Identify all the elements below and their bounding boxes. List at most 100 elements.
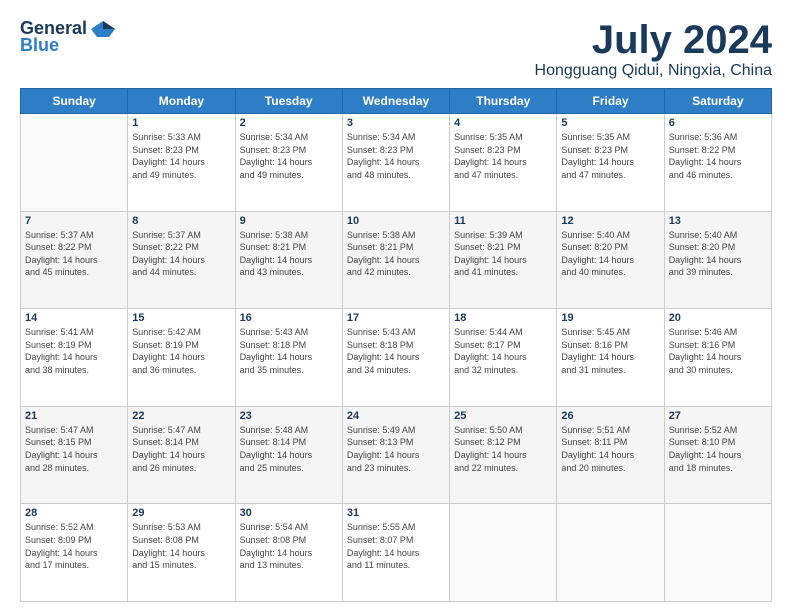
table-row: 2Sunrise: 5:34 AMSunset: 8:23 PMDaylight… — [235, 114, 342, 212]
day-info: Sunrise: 5:34 AMSunset: 8:23 PMDaylight:… — [240, 131, 338, 181]
day-number: 25 — [454, 410, 552, 422]
day-number: 7 — [25, 215, 123, 227]
main-title: July 2024 — [535, 18, 772, 62]
day-number: 29 — [132, 507, 230, 519]
day-number: 3 — [347, 117, 445, 129]
day-info: Sunrise: 5:34 AMSunset: 8:23 PMDaylight:… — [347, 131, 445, 181]
page: General Blue July 2024 Hongguang Qidui, … — [0, 0, 792, 612]
day-info: Sunrise: 5:55 AMSunset: 8:07 PMDaylight:… — [347, 521, 445, 571]
table-row: 8 Sunrise: 5:37 AMSunset: 8:22 PMDaylight… — [128, 211, 235, 309]
subtitle: Hongguang Qidui, Ningxia, China — [535, 62, 772, 80]
day-number: 4 — [454, 117, 552, 129]
calendar: Sunday Monday Tuesday Wednesday Thursday… — [20, 88, 772, 602]
table-row: 11Sunrise: 5:39 AMSunset: 8:21 PMDayligh… — [450, 211, 557, 309]
col-monday: Monday — [128, 89, 235, 114]
day-number: 18 — [454, 312, 552, 324]
day-number: 8 — [132, 215, 230, 227]
table-row: 12 Sunrise: 5:40 AMSunset: 8:20 PMDayligh… — [557, 211, 664, 309]
day-number: 11 — [454, 215, 552, 227]
day-number: 28 — [25, 507, 123, 519]
table-row: 14 Sunrise: 5:41 AMSunset: 8:19 PMDayligh… — [21, 309, 128, 407]
day-info: Sunrise: 5:52 AMSunset: 8:09 PMDaylight:… — [25, 521, 123, 571]
day-info: Sunrise: 5:47 AMSunset: 8:14 PMDaylight:… — [132, 424, 230, 474]
table-row: 4 Sunrise: 5:35 AMSunset: 8:23 PMDaylight… — [450, 114, 557, 212]
day-number: 6 — [669, 117, 767, 129]
day-info: Sunrise: 5:37 AMSunset: 8:22 PMDaylight:… — [132, 229, 230, 279]
logo-blue: Blue — [20, 35, 59, 56]
calendar-week-row: 21Sunrise: 5:47 AMSunset: 8:15 PMDayligh… — [21, 406, 772, 504]
col-wednesday: Wednesday — [342, 89, 449, 114]
table-row: 19 Sunrise: 5:45 AMSunset: 8:16 PMDayligh… — [557, 309, 664, 407]
day-number: 26 — [561, 410, 659, 422]
table-row: 3 Sunrise: 5:34 AMSunset: 8:23 PMDaylight… — [342, 114, 449, 212]
table-row: 17 Sunrise: 5:43 AMSunset: 8:18 PMDayligh… — [342, 309, 449, 407]
table-row: 25 Sunrise: 5:50 AMSunset: 8:12 PMDayligh… — [450, 406, 557, 504]
day-number: 31 — [347, 507, 445, 519]
day-number: 14 — [25, 312, 123, 324]
table-row: 31 Sunrise: 5:55 AMSunset: 8:07 PMDayligh… — [342, 504, 449, 602]
col-sunday: Sunday — [21, 89, 128, 114]
logo-icon — [89, 19, 117, 39]
day-info: Sunrise: 5:35 AMSunset: 8:23 PMDaylight:… — [454, 131, 552, 181]
col-tuesday: Tuesday — [235, 89, 342, 114]
calendar-header-row: Sunday Monday Tuesday Wednesday Thursday… — [21, 89, 772, 114]
table-row: 23Sunrise: 5:48 AMSunset: 8:14 PMDayligh… — [235, 406, 342, 504]
table-row: 5Sunrise: 5:35 AMSunset: 8:23 PMDaylight… — [557, 114, 664, 212]
day-info: Sunrise: 5:43 AMSunset: 8:18 PMDaylight:… — [347, 326, 445, 376]
day-number: 27 — [669, 410, 767, 422]
table-row — [21, 114, 128, 212]
day-number: 5 — [561, 117, 659, 129]
table-row: 27 Sunrise: 5:52 AMSunset: 8:10 PMDayligh… — [664, 406, 771, 504]
day-info: Sunrise: 5:43 AMSunset: 8:18 PMDaylight:… — [240, 326, 338, 376]
table-row — [557, 504, 664, 602]
day-number: 20 — [669, 312, 767, 324]
day-info: Sunrise: 5:44 AMSunset: 8:17 PMDaylight:… — [454, 326, 552, 376]
day-info: Sunrise: 5:38 AMSunset: 8:21 PMDaylight:… — [240, 229, 338, 279]
day-number: 9 — [240, 215, 338, 227]
day-number: 1 — [132, 117, 230, 129]
day-info: Sunrise: 5:45 AMSunset: 8:16 PMDaylight:… — [561, 326, 659, 376]
day-number: 17 — [347, 312, 445, 324]
day-info: Sunrise: 5:38 AMSunset: 8:21 PMDaylight:… — [347, 229, 445, 279]
table-row: 20Sunrise: 5:46 AMSunset: 8:16 PMDayligh… — [664, 309, 771, 407]
table-row: 28 Sunrise: 5:52 AMSunset: 8:09 PMDayligh… — [21, 504, 128, 602]
col-thursday: Thursday — [450, 89, 557, 114]
table-row: 9 Sunrise: 5:38 AMSunset: 8:21 PMDaylight… — [235, 211, 342, 309]
day-info: Sunrise: 5:41 AMSunset: 8:19 PMDaylight:… — [25, 326, 123, 376]
table-row: 13Sunrise: 5:40 AMSunset: 8:20 PMDayligh… — [664, 211, 771, 309]
table-row: 29 Sunrise: 5:53 AMSunset: 8:08 PMDayligh… — [128, 504, 235, 602]
header: General Blue July 2024 Hongguang Qidui, … — [20, 18, 772, 80]
table-row: 16 Sunrise: 5:43 AMSunset: 8:18 PMDayligh… — [235, 309, 342, 407]
col-saturday: Saturday — [664, 89, 771, 114]
day-info: Sunrise: 5:37 AMSunset: 8:22 PMDaylight:… — [25, 229, 123, 279]
day-info: Sunrise: 5:52 AMSunset: 8:10 PMDaylight:… — [669, 424, 767, 474]
col-friday: Friday — [557, 89, 664, 114]
calendar-week-row: 14 Sunrise: 5:41 AMSunset: 8:19 PMDayligh… — [21, 309, 772, 407]
day-number: 16 — [240, 312, 338, 324]
table-row: 7 Sunrise: 5:37 AMSunset: 8:22 PMDaylight… — [21, 211, 128, 309]
day-number: 13 — [669, 215, 767, 227]
day-info: Sunrise: 5:42 AMSunset: 8:19 PMDaylight:… — [132, 326, 230, 376]
day-number: 22 — [132, 410, 230, 422]
calendar-week-row: 7 Sunrise: 5:37 AMSunset: 8:22 PMDaylight… — [21, 211, 772, 309]
table-row: 18 Sunrise: 5:44 AMSunset: 8:17 PMDayligh… — [450, 309, 557, 407]
day-info: Sunrise: 5:40 AMSunset: 8:20 PMDaylight:… — [561, 229, 659, 279]
day-number: 21 — [25, 410, 123, 422]
day-number: 19 — [561, 312, 659, 324]
day-number: 10 — [347, 215, 445, 227]
day-number: 23 — [240, 410, 338, 422]
day-info: Sunrise: 5:33 AMSunset: 8:23 PMDaylight:… — [132, 131, 230, 181]
table-row: 15Sunrise: 5:42 AMSunset: 8:19 PMDayligh… — [128, 309, 235, 407]
day-info: Sunrise: 5:50 AMSunset: 8:12 PMDaylight:… — [454, 424, 552, 474]
table-row: 1 Sunrise: 5:33 AMSunset: 8:23 PMDaylight… — [128, 114, 235, 212]
calendar-week-row: 28 Sunrise: 5:52 AMSunset: 8:09 PMDayligh… — [21, 504, 772, 602]
table-row — [450, 504, 557, 602]
day-info: Sunrise: 5:49 AMSunset: 8:13 PMDaylight:… — [347, 424, 445, 474]
day-number: 24 — [347, 410, 445, 422]
day-info: Sunrise: 5:36 AMSunset: 8:22 PMDaylight:… — [669, 131, 767, 181]
table-row: 21Sunrise: 5:47 AMSunset: 8:15 PMDayligh… — [21, 406, 128, 504]
day-info: Sunrise: 5:53 AMSunset: 8:08 PMDaylight:… — [132, 521, 230, 571]
table-row: 30Sunrise: 5:54 AMSunset: 8:08 PMDayligh… — [235, 504, 342, 602]
calendar-week-row: 1 Sunrise: 5:33 AMSunset: 8:23 PMDaylight… — [21, 114, 772, 212]
day-number: 12 — [561, 215, 659, 227]
